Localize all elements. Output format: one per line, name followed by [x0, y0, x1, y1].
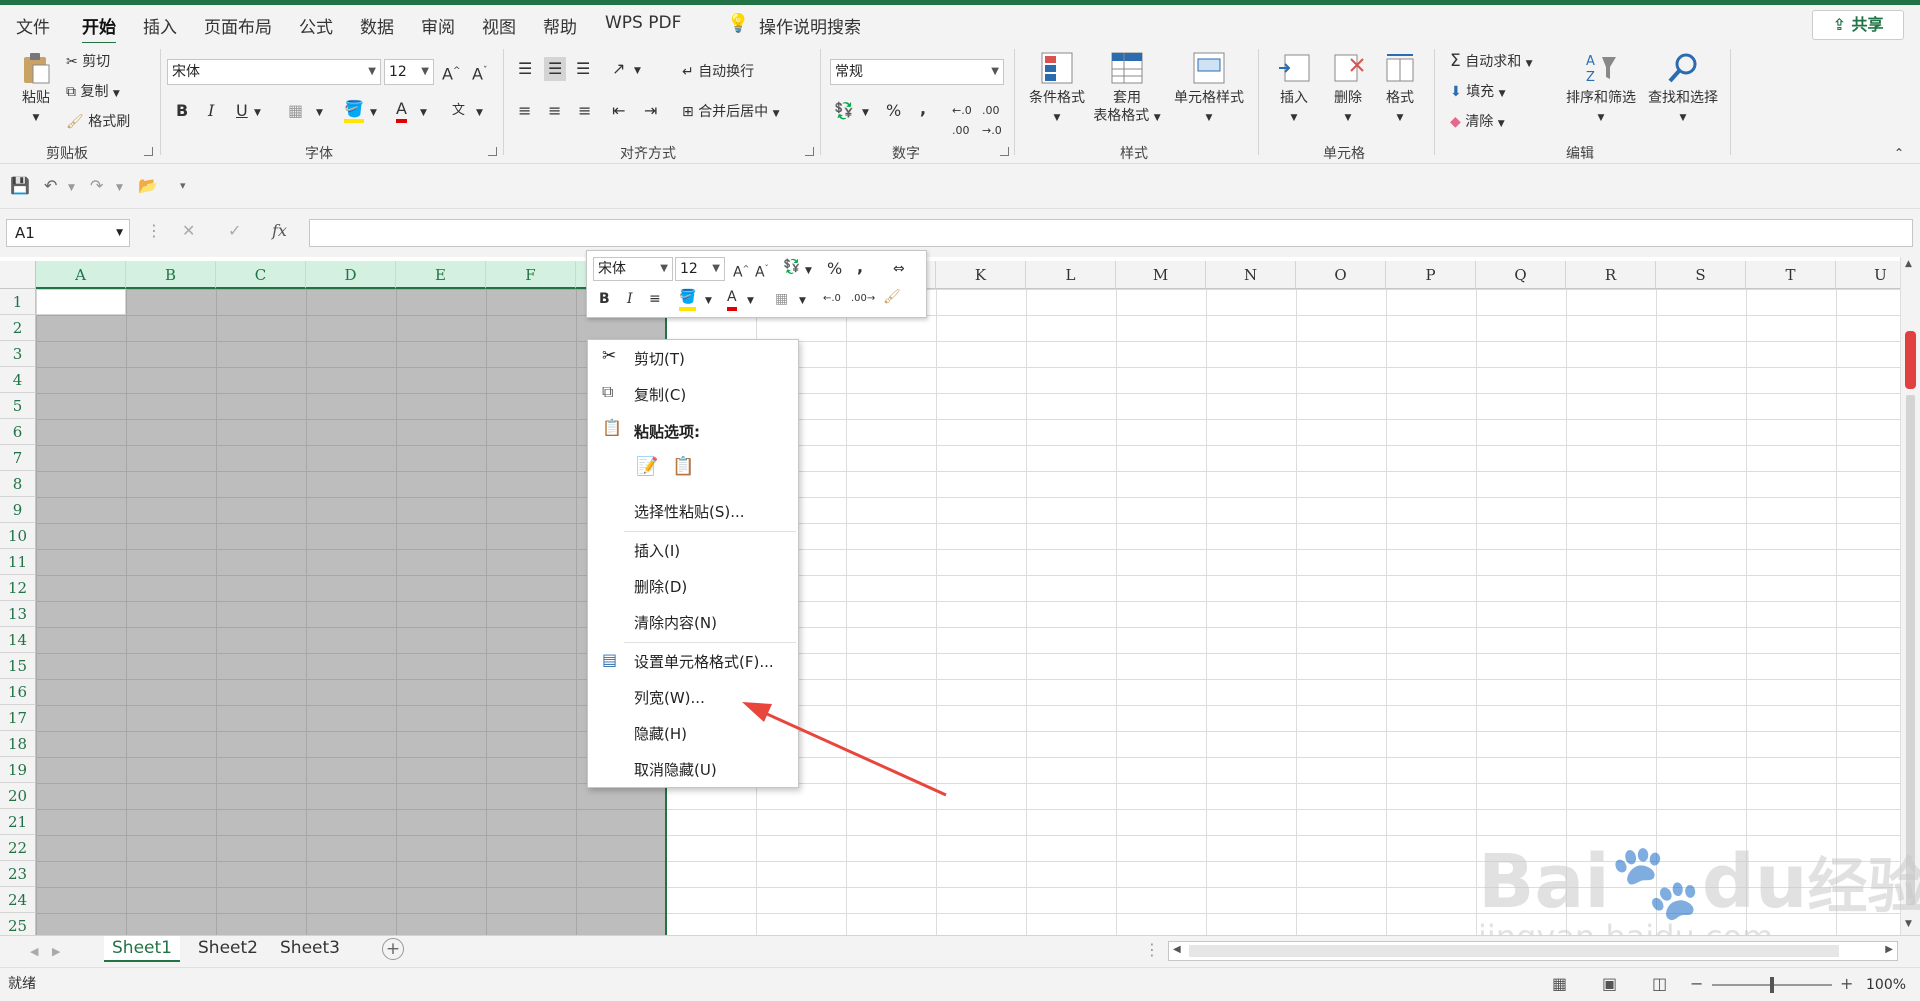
watermark-logo: Bai🐾du经验 [1478, 838, 1920, 926]
hscroll-thumb[interactable] [1189, 945, 1839, 957]
more-options-icon: ⋮ [1144, 940, 1160, 959]
horizontal-scrollbar[interactable]: ◀ ▶ [1168, 941, 1898, 961]
paw-icon: 🐾 [1609, 839, 1702, 925]
page-layout-view-icon[interactable]: ▣ [1602, 974, 1617, 994]
arrow-shaft [755, 707, 947, 797]
sheet-tab-bar: ◀ ▶ Sheet1 Sheet2 Sheet3 + ⋮ ◀ ▶ [0, 935, 1920, 967]
normal-view-icon[interactable]: ▦ [1552, 974, 1567, 994]
status-ready: 就绪 [8, 976, 36, 992]
watermark-cn: 经验 [1807, 852, 1920, 922]
arrow-head [742, 702, 772, 722]
watermark-brand: Bai [1478, 839, 1610, 925]
zoom-in-icon[interactable]: + [1840, 974, 1853, 994]
sheet-tab-1[interactable]: Sheet1 [104, 936, 180, 962]
add-sheet-icon[interactable]: + [382, 938, 404, 960]
zoom-level[interactable]: 100% [1866, 975, 1906, 995]
scroll-left-icon[interactable]: ◀ [1173, 944, 1181, 955]
page-break-view-icon[interactable]: ◫ [1652, 974, 1667, 994]
prev-sheet-icon[interactable]: ◀ [30, 942, 38, 962]
zoom-out-icon[interactable]: − [1690, 974, 1703, 994]
next-sheet-icon[interactable]: ▶ [52, 942, 60, 962]
sheet-tab-3[interactable]: Sheet3 [272, 936, 348, 962]
status-bar: 就绪 ▦ ▣ ◫ − + 100% [0, 967, 1920, 1001]
zoom-slider-thumb[interactable] [1770, 977, 1774, 993]
sheet-tab-2[interactable]: Sheet2 [190, 936, 266, 962]
watermark-du: du [1701, 839, 1808, 925]
scroll-right-icon[interactable]: ▶ [1885, 944, 1893, 955]
